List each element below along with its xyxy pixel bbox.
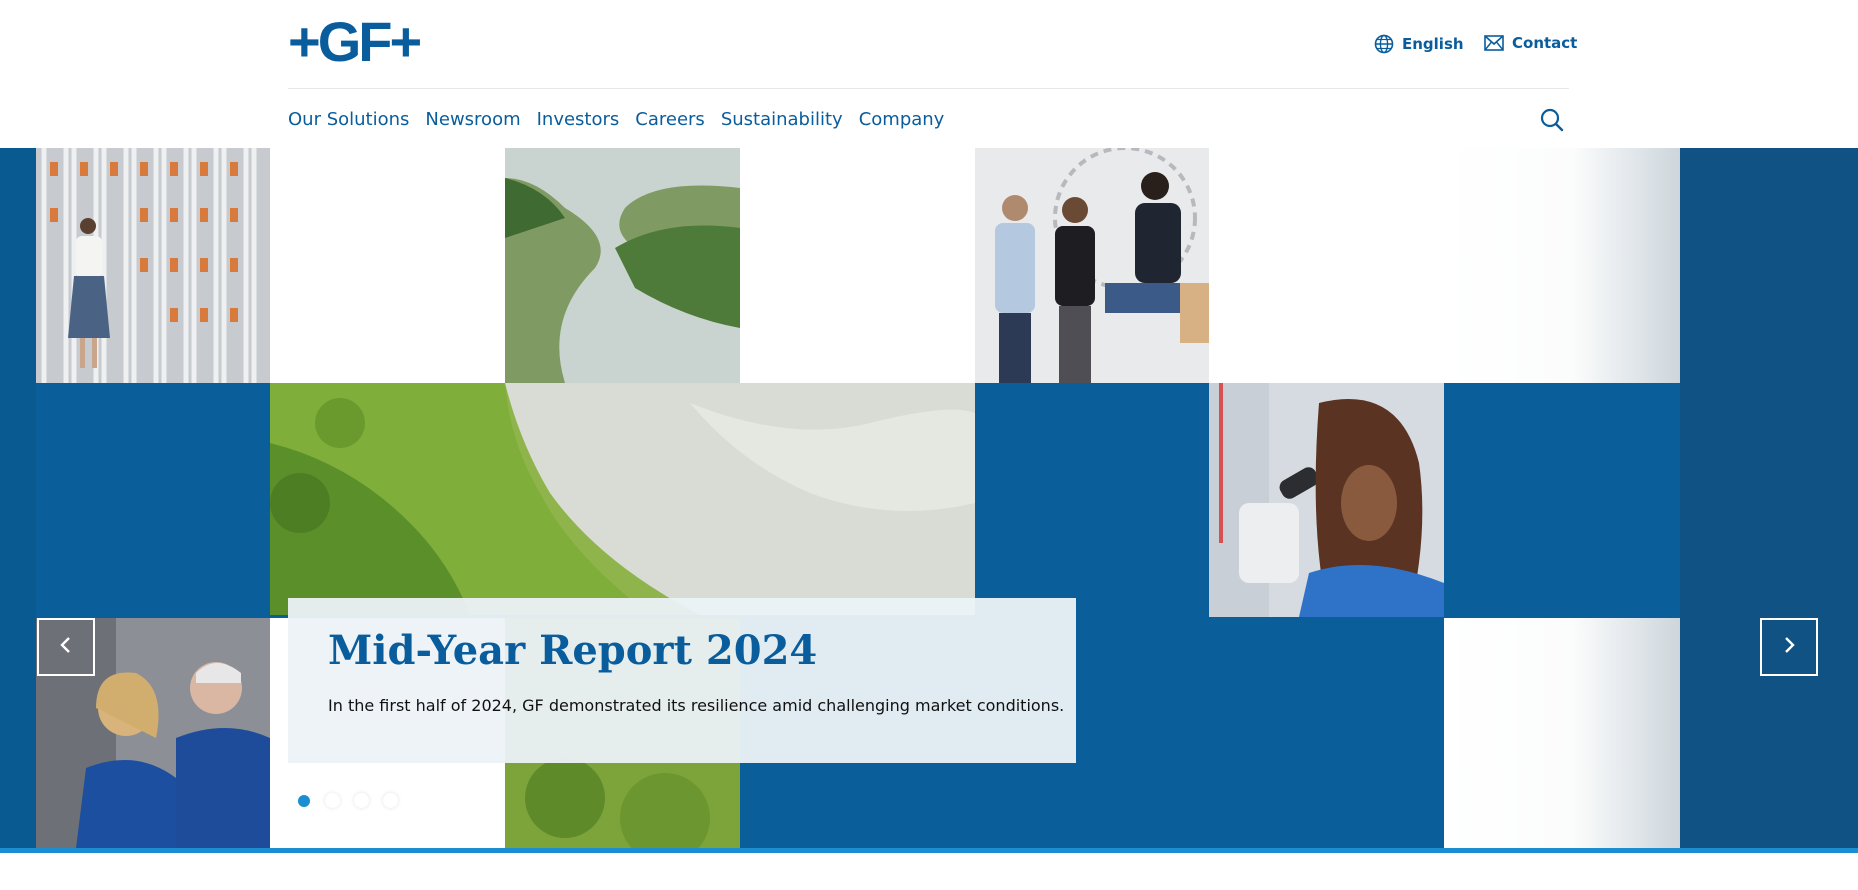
chevron-right-icon	[1782, 636, 1796, 658]
image-river-top	[505, 148, 740, 383]
carousel-dot-3[interactable]	[354, 793, 369, 808]
nav-sustainability[interactable]: Sustainability	[721, 108, 843, 132]
chevron-left-icon	[59, 636, 73, 658]
mail-icon	[1484, 35, 1504, 51]
carousel-dot-1[interactable]	[297, 794, 310, 807]
image-pipe-facility	[36, 148, 270, 383]
language-label: English	[1402, 35, 1464, 53]
image-river-large	[270, 383, 975, 615]
search-icon	[1538, 108, 1566, 138]
contact-link[interactable]: Contact	[1484, 34, 1577, 52]
globe-icon	[1374, 34, 1394, 54]
nav-careers[interactable]: Careers	[635, 108, 705, 132]
carousel-dot-2[interactable]	[325, 793, 340, 808]
hero-caption: Mid-Year Report 2024 In the first half o…	[288, 598, 1076, 763]
nav-investors[interactable]: Investors	[537, 108, 620, 132]
nav-newsroom[interactable]: Newsroom	[425, 108, 520, 132]
carousel-pagination	[296, 793, 398, 808]
header-divider	[288, 88, 1569, 89]
language-selector[interactable]: English	[1374, 34, 1464, 54]
nav-our-solutions[interactable]: Our Solutions	[288, 108, 409, 132]
image-team-meeting	[975, 148, 1209, 383]
main-nav: Our Solutions Newsroom Investors Careers…	[288, 108, 960, 132]
hero-title[interactable]: Mid-Year Report 2024	[328, 628, 817, 674]
carousel-dot-4[interactable]	[383, 793, 398, 808]
hero-description: In the first half of 2024, GF demonstrat…	[328, 696, 1065, 715]
image-scientist-microscope	[1209, 383, 1444, 617]
contact-label: Contact	[1512, 34, 1578, 52]
search-button[interactable]	[1538, 106, 1566, 134]
carousel-prev-button[interactable]	[37, 618, 95, 676]
nav-company[interactable]: Company	[859, 108, 945, 132]
gf-logo[interactable]: +GF+	[288, 14, 422, 70]
site-header: +GF+ English Contact Our Solutions Newsr…	[0, 0, 1858, 148]
carousel-next-button[interactable]	[1760, 618, 1818, 676]
